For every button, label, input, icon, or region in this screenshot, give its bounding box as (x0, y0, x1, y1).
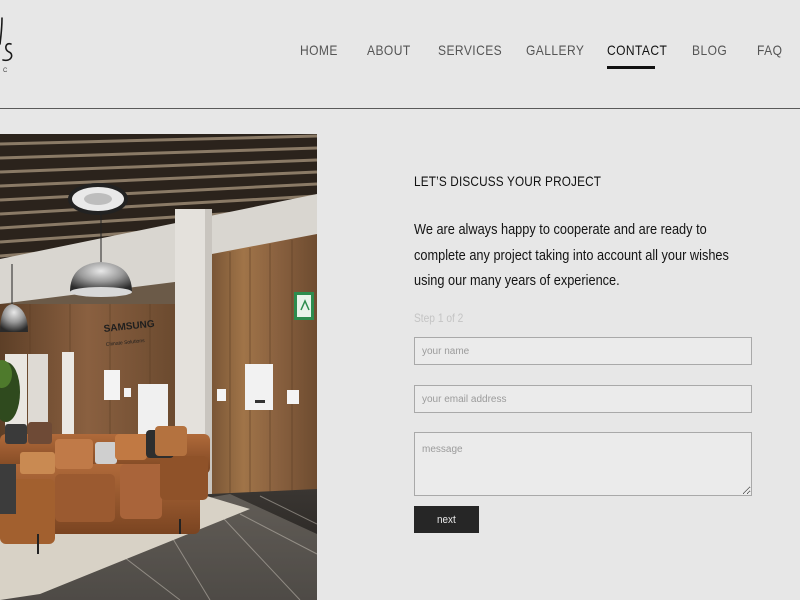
email-input[interactable] (414, 385, 752, 413)
form-step-indicator: Step 1 of 2 (414, 311, 464, 325)
next-button-label: next (437, 513, 456, 526)
section-heading: LET’S DISCUSS YOUR PROJECT (414, 173, 602, 189)
lobby-illustration: SAMSUNG Climate Solutions (0, 134, 317, 600)
name-input[interactable] (414, 337, 752, 365)
nav-faq[interactable]: FAQ (757, 40, 782, 70)
next-button[interactable]: next (414, 506, 479, 533)
intro-text: We are always happy to cooperate and are… (414, 222, 729, 289)
message-textarea[interactable] (414, 432, 752, 496)
nav-home[interactable]: HOME (300, 40, 338, 70)
nav-about[interactable]: ABOUT (367, 40, 411, 70)
interior-photo: SAMSUNG Climate Solutions (0, 134, 317, 600)
contact-section: LET’S DISCUSS YOUR PROJECT We are always… (414, 0, 754, 600)
